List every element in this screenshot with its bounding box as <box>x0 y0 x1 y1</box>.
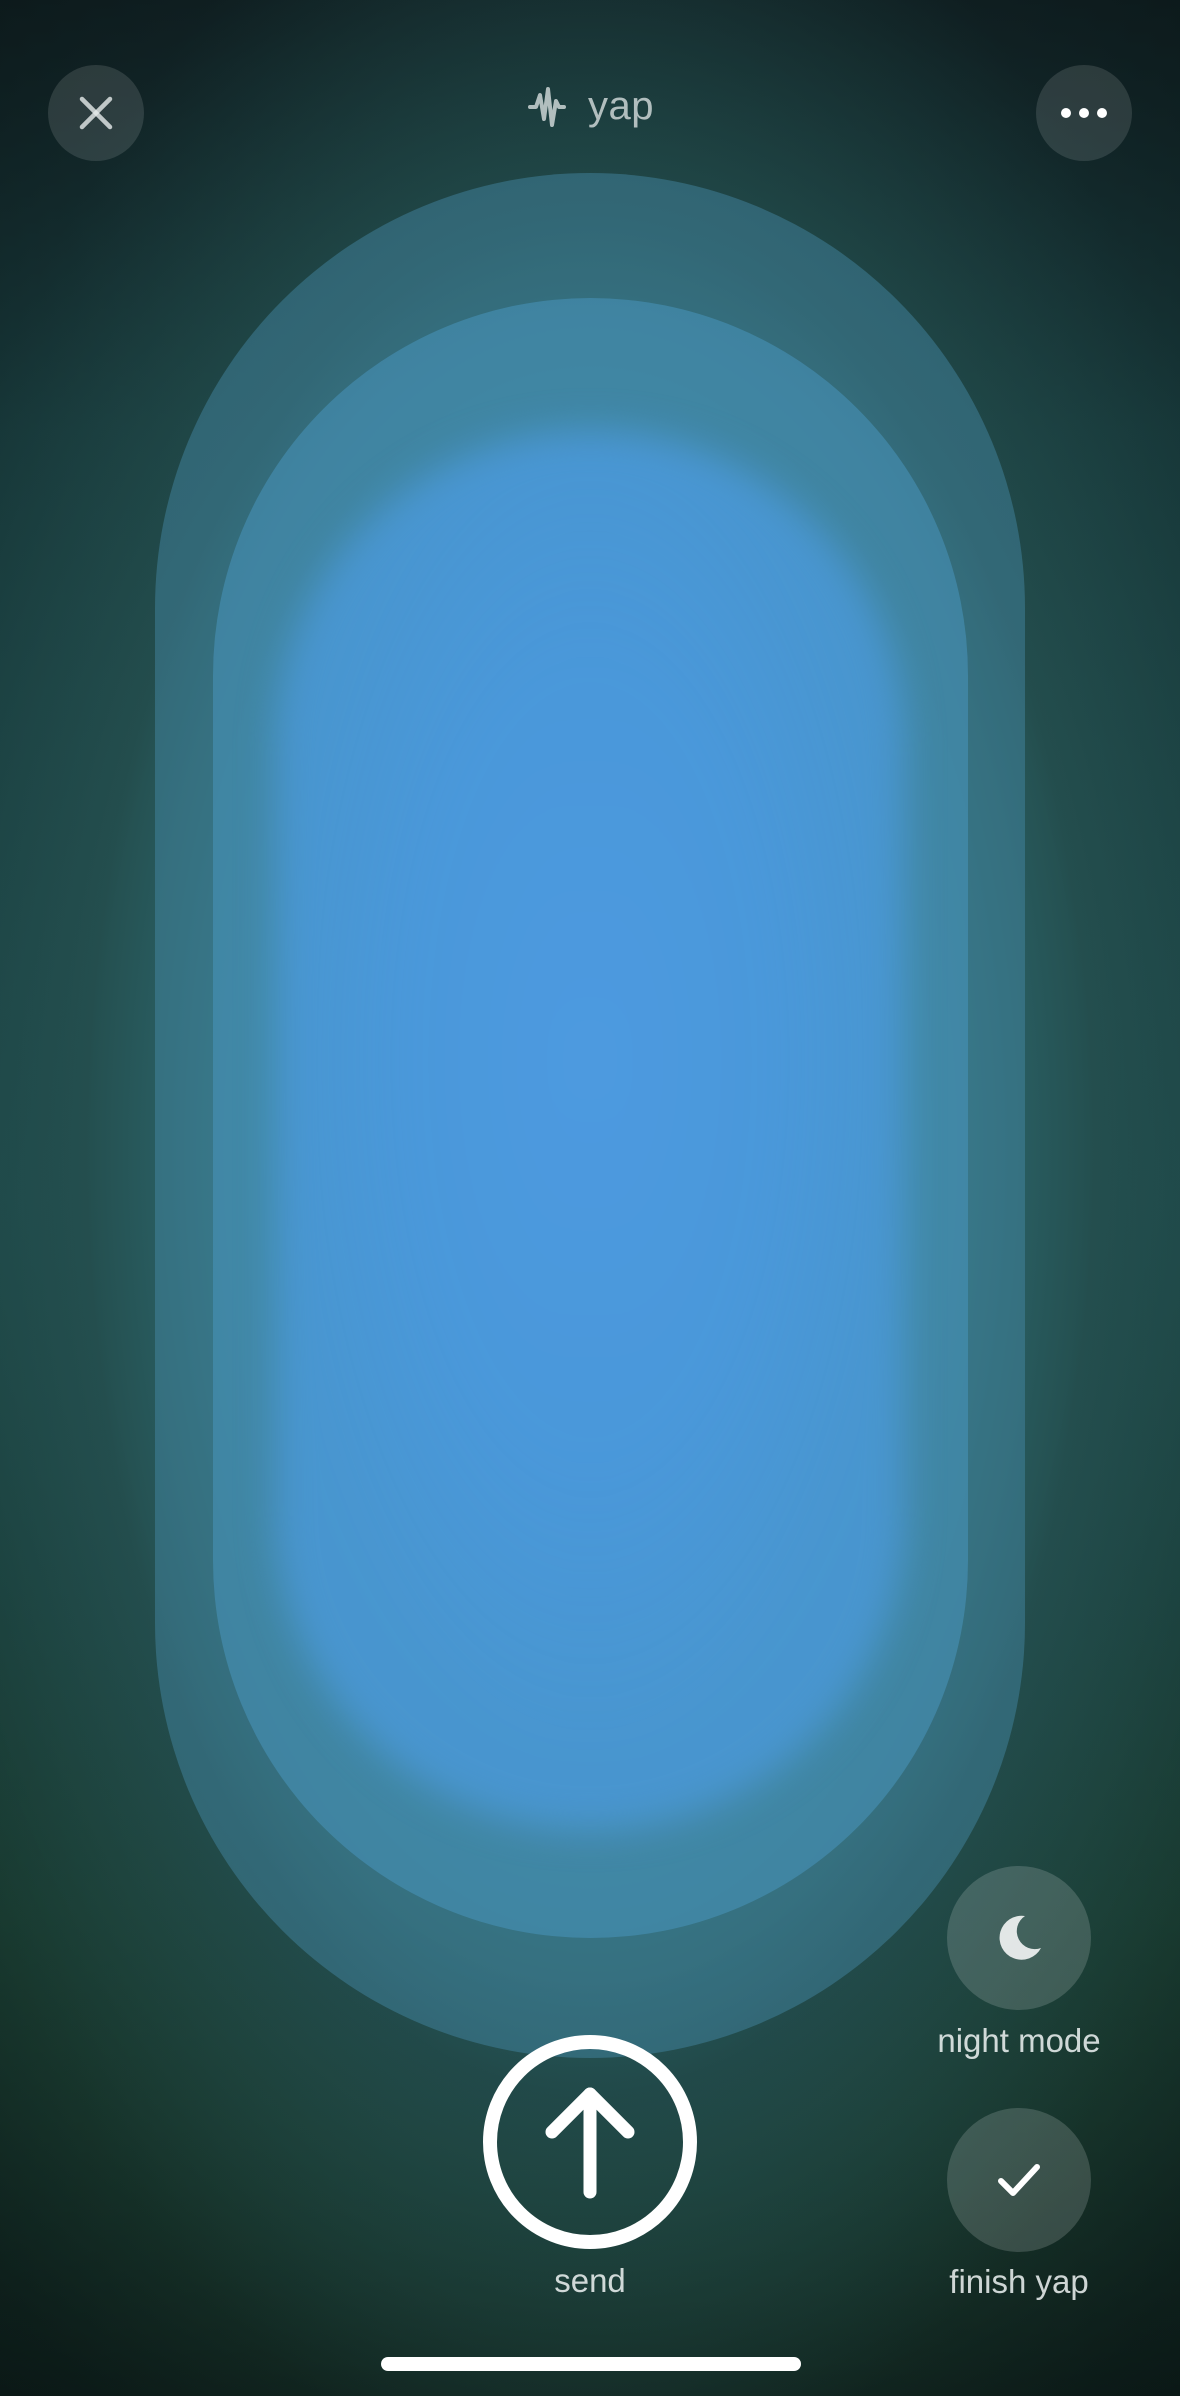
sound-wave-icon <box>528 86 566 127</box>
send-button[interactable] <box>483 2035 697 2249</box>
moon-icon <box>999 1915 1041 1960</box>
more-horizontal-icon <box>1061 108 1107 118</box>
voice-screen: yap send night mode finish yap <box>0 0 1180 2396</box>
home-indicator[interactable] <box>381 2357 801 2371</box>
finish-yap-button[interactable] <box>947 2108 1091 2252</box>
voice-orb-core <box>275 430 905 1830</box>
header-title: yap <box>0 84 1180 129</box>
night-mode-button[interactable] <box>947 1866 1091 2010</box>
night-mode-label: night mode <box>937 2022 1101 2059</box>
app-title: yap <box>588 84 654 128</box>
arrow-up-icon <box>545 2087 635 2199</box>
send-label: send <box>554 2262 626 2299</box>
checkmark-icon <box>998 2164 1040 2196</box>
more-options-button[interactable] <box>1036 65 1132 161</box>
finish-yap-label: finish yap <box>949 2263 1089 2300</box>
